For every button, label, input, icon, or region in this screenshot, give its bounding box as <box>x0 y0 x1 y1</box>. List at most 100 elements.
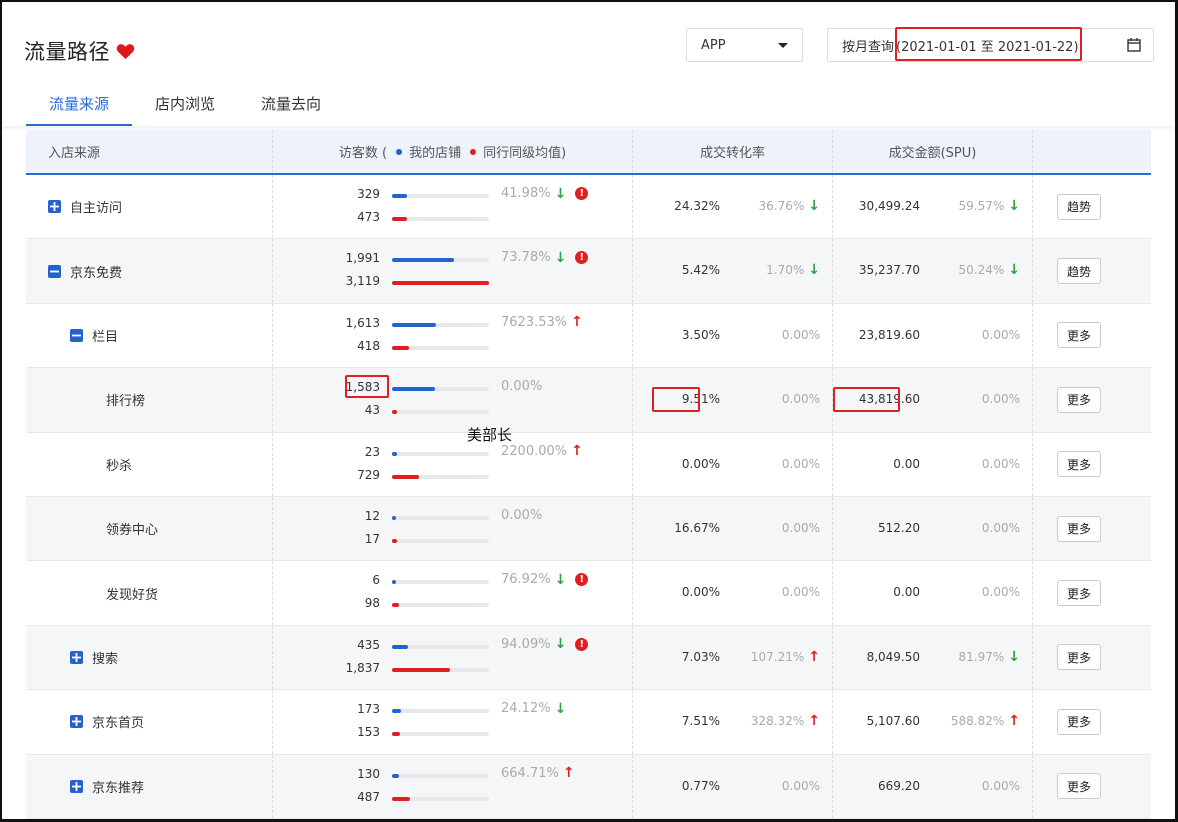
visitors-peer-value: 98 <box>364 596 380 611</box>
more-button[interactable]: 更多 <box>1057 644 1102 671</box>
visitors-mine-value: 23 <box>364 444 380 459</box>
column-header-source: 入店来源 <box>26 130 273 173</box>
warning-icon[interactable]: ! <box>575 187 589 200</box>
amount-compare: 0.00% <box>982 328 1020 342</box>
visitors-mine-bar-track <box>392 773 489 778</box>
expand-icon[interactable] <box>48 200 61 214</box>
arrow-down-icon: ↓ <box>554 185 567 202</box>
visitors-peer-value: 43 <box>364 403 380 418</box>
tab-in-store-browse[interactable]: 店内浏览 <box>132 86 238 126</box>
warning-icon[interactable]: ! <box>575 573 589 587</box>
visitors-compare: 2200.00% ↑ <box>501 444 583 459</box>
visitors-cell: 173 153 24.12% ↓ <box>273 690 633 754</box>
source-name: 京东免费 <box>70 265 123 281</box>
expand-icon[interactable] <box>70 779 83 793</box>
source-cell: 秒杀 <box>26 432 273 496</box>
visitors-mine-bar-track <box>392 194 489 198</box>
conversion-cell: 24.32% 36.76% ↓ <box>633 175 833 239</box>
visitors-compare: 7623.53% ↑ <box>501 315 583 330</box>
amount-compare: 588.82% ↑ <box>951 714 1020 728</box>
amount-compare: 0.00% <box>982 585 1020 599</box>
visitors-peer-value: 473 <box>357 210 380 224</box>
visitors-mine-bar <box>392 580 396 585</box>
more-button[interactable]: 更多 <box>1057 322 1102 349</box>
amount-cell: 8,049.50 81.97% ↓ <box>833 625 1033 690</box>
table-row: 排行榜 1,583 43 0.00% 9.51% 0.00% 43,819.60 0.00% 更… <box>26 368 1151 433</box>
expand-icon[interactable] <box>70 650 83 664</box>
trend-button[interactable]: 趋势 <box>1057 258 1102 285</box>
calendar-icon[interactable] <box>1127 37 1141 52</box>
amount-value: 512.20 <box>878 520 920 535</box>
action-cell: 趋势 <box>1033 175 1151 238</box>
conversion-compare: 328.32% ↑ <box>751 714 820 728</box>
visitors-compare: 41.98% ↓! <box>501 185 589 202</box>
more-button[interactable]: 更多 <box>1057 386 1102 413</box>
conversion-cell: 7.51% 328.32% ↑ <box>633 690 833 754</box>
visitors-peer-bar-track <box>392 410 489 415</box>
amount-compare: 50.24% ↓ <box>959 263 1021 277</box>
visitors-compare: 664.71% ↑ <box>501 766 575 781</box>
visitors-compare: 24.12% ↓ <box>501 701 566 716</box>
amount-compare-pct: 0.00% <box>981 520 1020 535</box>
visitors-compare: 73.78% ↓! <box>501 249 589 266</box>
collapse-icon[interactable] <box>48 264 61 278</box>
page-title: 流量路径 <box>24 36 135 66</box>
date-range-value: (2021-01-01 至 2021-01-22) <box>896 39 1079 55</box>
visitors-mine-value: 12 <box>364 508 380 523</box>
visitors-peer-bar <box>392 410 397 415</box>
more-button[interactable]: 更多 <box>1057 773 1102 800</box>
conversion-cell: 5.42% 1.70% ↓ <box>633 239 833 303</box>
amount-value: 0.00 <box>893 456 920 471</box>
conversion-rate: 0.77% <box>681 778 720 793</box>
action-cell: 更多 <box>1033 497 1151 560</box>
date-range-picker[interactable]: 按月查询 (2021-01-01 至 2021-01-22) <box>827 28 1154 62</box>
visitors-mine-bar-track <box>392 515 489 520</box>
more-button[interactable]: 更多 <box>1057 515 1102 542</box>
traffic-source-table: 入店来源 访客数 ( 我的店铺 同行同级均值) 成交转化率 成交金额(SPU) … <box>26 130 1151 819</box>
visitors-mine-bar <box>392 387 435 392</box>
amount-compare-pct: 0.00% <box>981 585 1020 600</box>
expand-icon[interactable] <box>70 715 83 729</box>
conversion-rate: 0.00% <box>681 456 720 471</box>
conversion-compare: 0.00% <box>782 779 820 793</box>
conversion-cell: 3.50% 0.00% <box>633 303 833 368</box>
arrow-down-icon: ↓ <box>554 571 567 588</box>
arrow-up-icon: ↑ <box>808 713 820 730</box>
conversion-compare-pct: 0.00% <box>781 392 820 407</box>
arrow-down-icon: ↓ <box>554 249 567 266</box>
visitors-cell: 1,583 43 0.00% <box>273 368 633 432</box>
platform-select-value: APP <box>701 37 726 53</box>
more-button[interactable]: 更多 <box>1057 708 1102 735</box>
table-row: 栏目 1,613 418 7623.53% ↑ 3.50% 0.00% 23,819.60 0.… <box>26 303 1151 369</box>
visitors-peer-value: 729 <box>357 467 380 482</box>
table-row: 自主访问 329 473 41.98% ↓! 24.32% 36.76% ↓ 30,499.24… <box>26 175 1151 240</box>
visitors-peer-value: 17 <box>364 531 380 546</box>
arrow-up-icon: ↑ <box>1008 713 1020 730</box>
table-row: 京东首页 173 153 24.12% ↓ 7.51% 328.32% ↑ 5,107.60 58… <box>26 690 1151 755</box>
warning-icon[interactable]: ! <box>575 637 589 651</box>
visitors-cell: 12 17 0.00% <box>273 496 633 561</box>
page-title-text: 流量路径 <box>24 40 110 64</box>
more-button[interactable]: 更多 <box>1057 580 1102 607</box>
visitors-mine-bar <box>392 709 401 714</box>
visitors-peer-bar <box>392 732 400 737</box>
column-header-conversion: 成交转化率 <box>633 130 833 173</box>
visitors-compare-pct: 94.09% <box>501 636 551 652</box>
trend-button[interactable]: 趋势 <box>1057 193 1102 220</box>
visitors-mine-bar <box>392 644 409 649</box>
conversion-cell: 0.00% 0.00% <box>633 561 833 625</box>
more-button[interactable]: 更多 <box>1057 451 1102 478</box>
amount-compare-pct: 588.82% <box>950 714 1005 729</box>
platform-select[interactable]: APP <box>686 28 803 62</box>
visitors-mine-bar-track <box>392 709 489 714</box>
conversion-compare: 0.00% <box>782 521 820 535</box>
amount-compare-pct: 0.00% <box>981 327 1020 342</box>
tab-traffic-source[interactable]: 流量来源 <box>26 86 133 126</box>
visitors-peer-value: 153 <box>357 725 380 740</box>
date-mode-label: 按月查询 <box>842 39 895 55</box>
conversion-rate: 16.67% <box>674 520 720 535</box>
visitors-compare-pct: 664.71% <box>501 765 559 781</box>
warning-icon[interactable]: ! <box>575 251 589 265</box>
tab-traffic-destination[interactable]: 流量去向 <box>238 86 344 126</box>
collapse-icon[interactable] <box>70 328 83 342</box>
